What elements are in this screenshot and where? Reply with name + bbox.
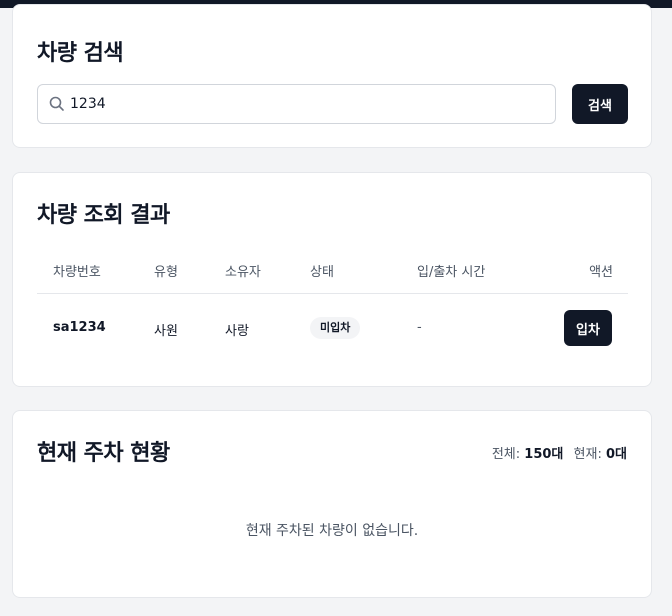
total-label: 전체: [491, 447, 521, 462]
results-card-title: 차량 조회 결과 [37, 203, 170, 228]
parking-stats: 전체: 150대 현재: 0대 [492, 443, 627, 462]
search-input[interactable] [70, 85, 540, 123]
column-header-status: 상태 [310, 265, 334, 280]
table-divider [37, 293, 628, 294]
search-icon [48, 95, 66, 113]
results-card: 차량 조회 결과 차량번호 유형 소유자 상태 입/출차 시간 액션 sa123… [12, 172, 652, 387]
status-badge: 미입차 [310, 317, 361, 339]
column-header-plate: 차량번호 [53, 265, 101, 280]
page-bottom [0, 606, 672, 616]
total-value: 150대 [524, 447, 564, 462]
search-card-title: 차량 검색 [37, 41, 124, 66]
cell-time: - [417, 320, 422, 335]
entry-button[interactable]: 입차 [564, 310, 612, 346]
current-value: 0대 [605, 447, 627, 462]
cell-owner: 사랑 [225, 324, 249, 339]
column-header-time: 입/출차 시간 [417, 265, 486, 280]
column-header-owner: 소유자 [225, 265, 261, 280]
empty-parking-message: 현재 주차된 차량이 없습니다. [245, 523, 419, 539]
cell-plate: sa1234 [53, 320, 106, 335]
column-header-type: 유형 [154, 265, 178, 280]
current-label: 현재: [573, 447, 602, 462]
parking-status-card: 현재 주차 현황 전체: 150대 현재: 0대 현재 주차된 차량이 없습니다… [12, 410, 652, 598]
parking-card-title: 현재 주차 현황 [37, 441, 170, 466]
cell-type: 사원 [154, 324, 178, 339]
search-button[interactable]: 검색 [572, 84, 628, 124]
column-header-action: 액션 [589, 265, 613, 280]
search-box[interactable] [37, 84, 556, 124]
vehicle-search-card: 차량 검색 검색 [12, 4, 652, 148]
